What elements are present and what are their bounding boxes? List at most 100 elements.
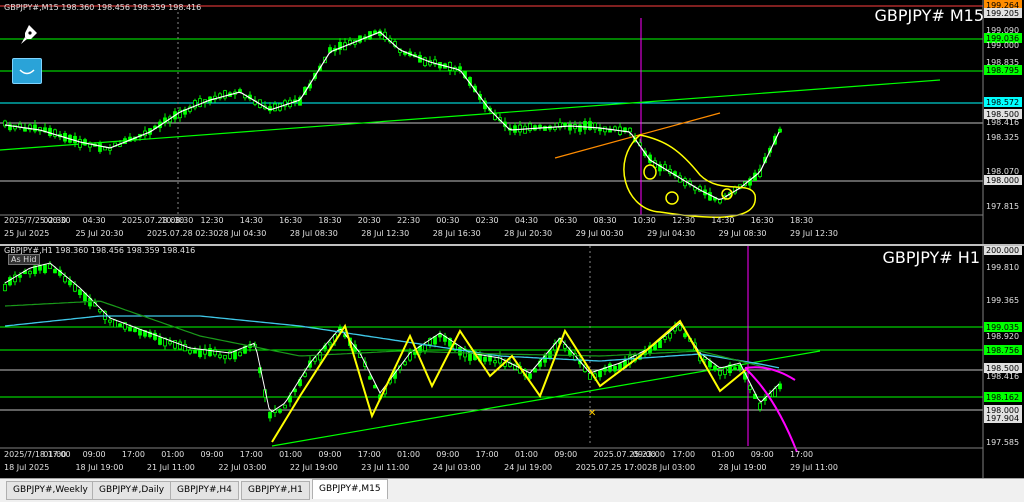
h1-time-label: 17:00 bbox=[240, 450, 263, 459]
h1-time-label: 17:00 bbox=[790, 450, 813, 459]
candle-body bbox=[18, 274, 22, 278]
h1-time-label: 09:00 bbox=[318, 450, 341, 459]
candle-body bbox=[283, 404, 287, 409]
m15-price-axis-label: 199.205 bbox=[986, 9, 1019, 18]
h1-time-label: 2025.07.25 17:00 bbox=[576, 463, 647, 472]
candle-body bbox=[523, 125, 527, 134]
m15-time-label: 28 Jul 20:30 bbox=[504, 229, 552, 238]
candle-body bbox=[758, 402, 762, 410]
m15-time-label: 14:30 bbox=[240, 216, 263, 225]
m15-time-label: 02:30 bbox=[43, 216, 66, 225]
tab-m15[interactable]: GBPJPY#,M15 bbox=[312, 479, 388, 499]
candle-body bbox=[493, 360, 497, 364]
h1-time-label: 24 Jul 19:00 bbox=[504, 463, 552, 472]
m15-moving-average bbox=[4, 31, 780, 201]
m15-chart-header: GBPJPY#,M15 198.360 198.456 198.359 198.… bbox=[4, 3, 202, 12]
candle-body bbox=[683, 333, 687, 338]
tab-daily[interactable]: GBPJPY#,Daily bbox=[92, 481, 172, 500]
candle-body bbox=[778, 128, 782, 133]
m15-highlight-outline bbox=[623, 134, 756, 219]
m15-price-axis-label: 198.000 bbox=[986, 176, 1019, 185]
candle-body bbox=[98, 309, 102, 313]
candle-body bbox=[518, 124, 522, 133]
h1-time-label: 17:00 bbox=[358, 450, 381, 459]
h1-time-label: 09:00 bbox=[751, 450, 774, 459]
as-hid-badge[interactable]: As Hid bbox=[8, 254, 40, 265]
candle-body bbox=[433, 336, 437, 345]
m15-time-label: 2025.07.28 02:30 bbox=[147, 229, 218, 238]
candle-body bbox=[628, 127, 632, 133]
h1-chart-canvas[interactable]: ✕ 200.000 199.810 199.365 199.035198.920 198.… bbox=[0, 246, 1024, 478]
candle-body bbox=[213, 349, 217, 356]
m15-price-axis-label: 199.000 bbox=[986, 41, 1019, 50]
candle-body bbox=[458, 347, 462, 356]
smiley-face-icon[interactable] bbox=[12, 58, 42, 84]
m15-time-label: 06:30 bbox=[554, 216, 577, 225]
tab-h4[interactable]: GBPJPY#,H4 bbox=[170, 481, 239, 500]
candle-body bbox=[318, 352, 322, 361]
m15-price-axis-label: 197.815 bbox=[986, 202, 1019, 211]
m15-time-label: 12:30 bbox=[672, 216, 695, 225]
m15-chart-canvas[interactable]: 199.264199.205199.090199.036199.000198.8… bbox=[0, 0, 1024, 244]
tab-weekly[interactable]: GBPJPY#,Weekly bbox=[6, 481, 95, 500]
candle-body bbox=[68, 280, 72, 286]
candle-body bbox=[118, 323, 122, 327]
candle-body bbox=[48, 127, 52, 136]
h1-time-label: 22 Jul 19:00 bbox=[290, 463, 338, 472]
candle-body bbox=[448, 61, 452, 71]
candle-body bbox=[28, 270, 32, 275]
m15-price-axis-label: 198.325 bbox=[986, 133, 1019, 142]
m15-time-label: 22:30 bbox=[397, 216, 420, 225]
m15-time-label: 16:30 bbox=[751, 216, 774, 225]
candle-body bbox=[198, 98, 202, 107]
m15-time-label: 12:30 bbox=[201, 216, 224, 225]
m15-chart-panel[interactable]: 199.264 199.205 199.090 199.036 199.000 198.8… bbox=[0, 0, 1024, 244]
h1-chart-panel[interactable]: ✕ 200.000 199.810 199.365 199.035 198.920 198.… bbox=[0, 246, 1024, 478]
candle-body bbox=[268, 106, 272, 112]
candle-body bbox=[208, 348, 212, 357]
m15-highlight-circle bbox=[665, 191, 679, 205]
h1-time-label: 09:00 bbox=[554, 450, 577, 459]
candle-body bbox=[33, 124, 37, 132]
m15-time-label: 29 Jul 04:30 bbox=[647, 229, 695, 238]
candle-body bbox=[98, 143, 102, 152]
candle-body bbox=[43, 264, 47, 274]
candle-body bbox=[708, 360, 712, 368]
m15-time-label: 25 Jul 20:30 bbox=[75, 229, 123, 238]
h1-price-axis-label: 199.035 bbox=[986, 323, 1019, 332]
h1-time-label: 01:00 bbox=[397, 450, 420, 459]
h1-zigzag-line bbox=[271, 319, 749, 443]
candle-body bbox=[113, 319, 117, 328]
h1-chart-title: GBPJPY# H1 bbox=[882, 248, 980, 267]
candle-body bbox=[268, 411, 272, 419]
tab-h1[interactable]: GBPJPY#,H1 bbox=[241, 481, 310, 500]
m15-time-label: 04:30 bbox=[515, 216, 538, 225]
candle-body bbox=[3, 283, 7, 292]
h1-time-label: 18 Jul 19:00 bbox=[75, 463, 123, 472]
m15-price-axis-label: 198.795 bbox=[986, 66, 1019, 75]
h1-time-label: 17:00 bbox=[672, 450, 695, 459]
candle-body bbox=[668, 332, 672, 339]
candle-body bbox=[678, 325, 682, 331]
candle-body bbox=[588, 121, 592, 130]
h1-time-label: 09:00 bbox=[201, 450, 224, 459]
candle-body bbox=[48, 263, 52, 269]
candle-body bbox=[423, 344, 427, 352]
candle-body bbox=[193, 350, 197, 354]
h1-price-axis-label: 200.000 bbox=[986, 246, 1019, 255]
candle-body bbox=[533, 368, 537, 373]
h1-price-axis-label: 198.920 bbox=[986, 332, 1019, 341]
candle-body bbox=[548, 350, 552, 358]
m15-time-label: 10:30 bbox=[633, 216, 656, 225]
candle-body bbox=[108, 319, 112, 323]
candle-body bbox=[723, 367, 727, 375]
pen-nib-icon[interactable] bbox=[18, 24, 40, 46]
candle-body bbox=[63, 276, 67, 283]
h1-price-axis-label: 198.756 bbox=[986, 346, 1019, 355]
candle-body bbox=[78, 289, 82, 296]
m15-candles bbox=[3, 28, 782, 205]
m15-time-label: 04:30 bbox=[83, 216, 106, 225]
m15-time-label: 25 Jul 2025 bbox=[4, 229, 49, 238]
candle-body bbox=[708, 192, 712, 201]
m15-time-label: 18:30 bbox=[790, 216, 813, 225]
